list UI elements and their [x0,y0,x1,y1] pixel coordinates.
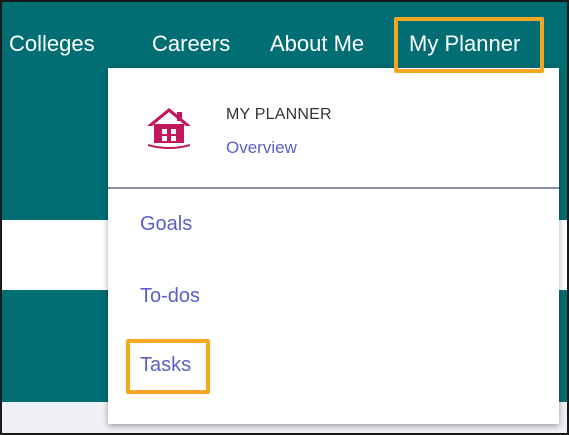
house-icon [147,108,191,149]
overview-link[interactable]: Overview [226,138,297,158]
dropdown-link-to-dos[interactable]: To-dos [140,285,200,308]
screenshot-frame: Colleges Careers About Me My Planner MY … [0,0,569,435]
dropdown-divider [108,187,559,189]
my-planner-dropdown: MY PLANNER Overview Goals To-dos Tasks [108,68,559,424]
dropdown-link-goals[interactable]: Goals [140,213,192,236]
nav-item-colleges[interactable]: Colleges [9,30,95,58]
dropdown-link-tasks[interactable]: Tasks [140,354,191,377]
nav-item-my-planner[interactable]: My Planner [409,30,520,58]
dropdown-header: MY PLANNER Overview [108,68,559,187]
nav-item-careers[interactable]: Careers [152,30,230,58]
dropdown-heading: MY PLANNER [226,106,332,123]
nav-item-about-me[interactable]: About Me [270,30,364,58]
